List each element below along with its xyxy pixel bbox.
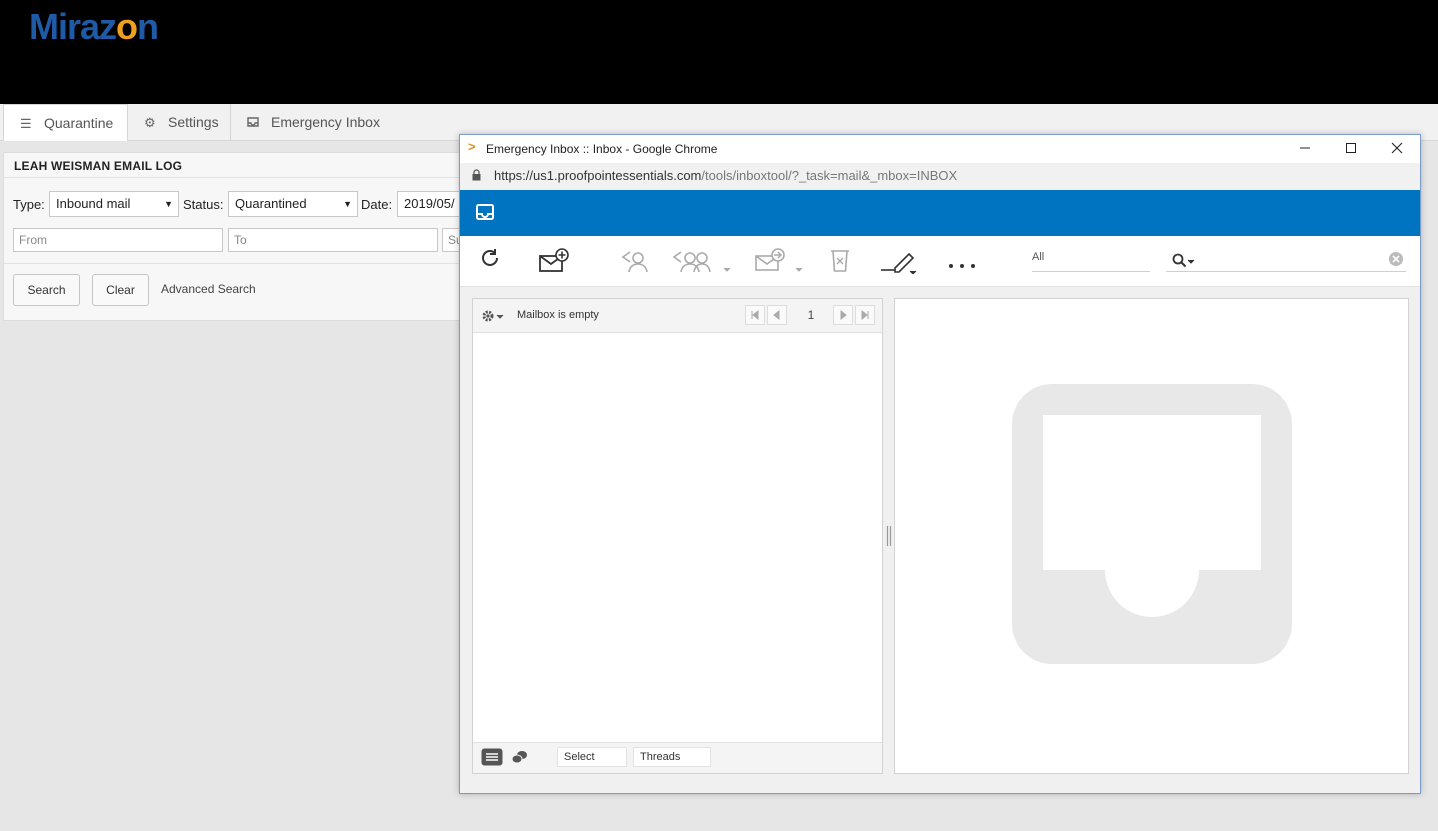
status-label: Status: <box>183 197 224 212</box>
advanced-search-link[interactable]: Advanced Search <box>161 282 256 296</box>
close-button[interactable] <box>1374 135 1420 163</box>
search-button[interactable]: Search <box>13 274 80 306</box>
list-icon: ☰ <box>20 116 32 131</box>
prev-page-button[interactable] <box>767 305 787 325</box>
next-page-icon <box>840 309 847 321</box>
inbox-icon[interactable] <box>476 204 494 220</box>
type-select[interactable]: Inbound mail ▼ <box>49 191 179 217</box>
dropdown-arrow-icon: ▼ <box>343 199 352 209</box>
status-select[interactable]: Quarantined ▼ <box>228 191 358 217</box>
search-input[interactable] <box>1166 249 1406 272</box>
from-field[interactable]: From <box>13 228 223 252</box>
date-label: Date: <box>361 197 393 212</box>
tab-emergency-inbox[interactable]: Emergency Inbox <box>231 104 391 140</box>
maximize-icon <box>1346 143 1356 153</box>
mirazon-logo: Mirazon <box>29 6 159 47</box>
empty-mailbox-icon <box>1012 384 1292 664</box>
clear-search-icon[interactable] <box>1388 251 1404 267</box>
message-list-footer: Select Threads <box>473 742 882 773</box>
reply-all-icon[interactable] <box>672 246 734 274</box>
mark-icon[interactable] <box>880 246 920 274</box>
window-titlebar: > Emergency Inbox :: Inbox - Google Chro… <box>460 135 1420 163</box>
filter-select[interactable]: All <box>1032 251 1150 272</box>
list-options-gear-icon[interactable] <box>481 309 507 323</box>
prev-page-icon <box>773 309 780 321</box>
date-field[interactable]: 2019/05/ <box>397 191 464 217</box>
app-header-bar <box>460 190 1420 236</box>
next-page-button[interactable] <box>833 305 853 325</box>
emergency-inbox-window: > Emergency Inbox :: Inbox - Google Chro… <box>459 134 1421 794</box>
delete-icon[interactable] <box>828 246 852 274</box>
message-list-header: Mailbox is empty 1 <box>473 299 882 333</box>
compose-icon[interactable] <box>538 246 572 274</box>
last-page-icon <box>861 309 869 321</box>
inbox-icon <box>247 105 263 141</box>
gear-icon: ⚙ <box>144 115 156 130</box>
chrome-app-icon: > <box>468 139 476 154</box>
pane-splitter[interactable] <box>886 525 892 547</box>
message-list-panel: Mailbox is empty 1 Select Threads <box>472 298 883 774</box>
threads-view-icon[interactable] <box>511 749 529 765</box>
clear-button[interactable]: Clear <box>92 274 149 306</box>
type-label: Type: <box>13 197 45 212</box>
mail-toolbar: All <box>460 236 1420 287</box>
divider <box>4 177 464 178</box>
threads-menu[interactable]: Threads <box>633 747 711 767</box>
dropdown-arrow-icon: ▼ <box>164 199 173 209</box>
list-view-icon[interactable] <box>481 748 503 766</box>
last-page-button[interactable] <box>855 305 875 325</box>
select-menu[interactable]: Select <box>557 747 627 767</box>
page-number: 1 <box>807 308 815 322</box>
divider <box>4 263 464 264</box>
close-icon <box>1391 142 1403 154</box>
top-banner: Mirazon <box>0 0 1438 104</box>
tab-quarantine[interactable]: ☰ Quarantine <box>3 104 128 141</box>
minimize-icon <box>1300 147 1310 149</box>
reply-icon[interactable] <box>620 246 650 274</box>
maximize-button[interactable] <box>1328 135 1374 163</box>
forward-icon[interactable] <box>754 246 806 274</box>
tab-settings[interactable]: ⚙ Settings <box>128 104 231 140</box>
first-page-icon <box>751 309 759 321</box>
more-icon[interactable] <box>946 246 978 274</box>
panel-title: LEAH WEISMAN EMAIL LOG <box>14 159 183 173</box>
refresh-icon[interactable] <box>478 246 502 274</box>
email-log-panel: LEAH WEISMAN EMAIL LOG Type: Inbound mai… <box>3 152 465 321</box>
to-field[interactable]: To <box>228 228 438 252</box>
lock-icon <box>472 169 481 181</box>
mailbox-status: Mailbox is empty <box>517 309 599 321</box>
minimize-button[interactable] <box>1282 135 1328 163</box>
url-text: https://us1.proofpointessentials.com/too… <box>494 168 958 183</box>
address-bar[interactable]: https://us1.proofpointessentials.com/too… <box>460 163 1420 191</box>
search-icon[interactable] <box>1172 253 1196 269</box>
window-title: Emergency Inbox :: Inbox - Google Chrome <box>486 142 718 156</box>
first-page-button[interactable] <box>745 305 765 325</box>
message-preview-pane <box>894 298 1409 774</box>
